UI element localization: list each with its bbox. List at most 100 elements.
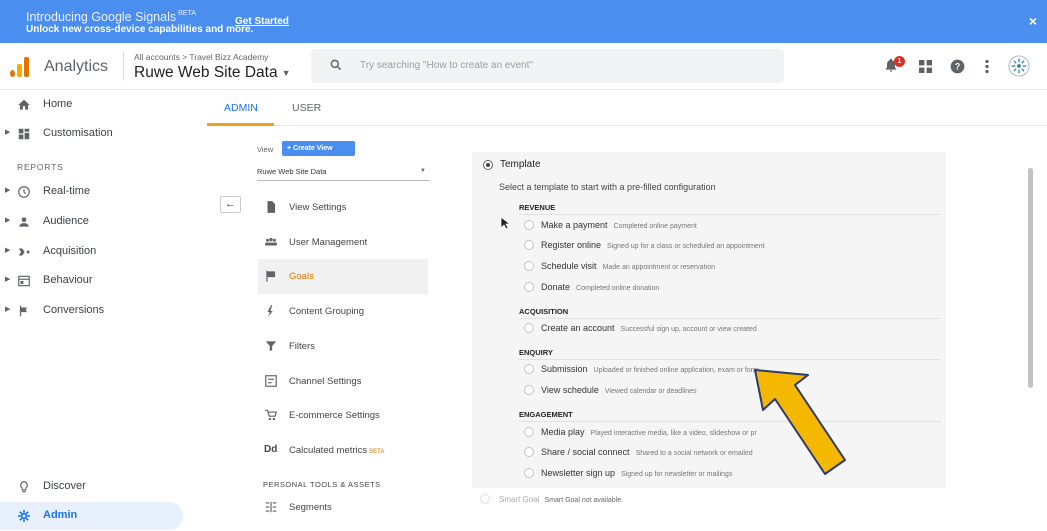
nav-conversions-label: Conversions: [43, 304, 105, 316]
property-name: Ruwe Web Site Data: [134, 64, 278, 81]
nav-audience-label: Audience: [43, 215, 89, 227]
nav-discover[interactable]: Discover: [0, 474, 200, 500]
nav-customisation-label: Customisation: [43, 127, 113, 139]
template-title: Template: [500, 159, 541, 170]
radio: [524, 282, 534, 292]
back-arrow-button[interactable]: ←: [220, 196, 241, 213]
tab-admin[interactable]: ADMIN: [224, 102, 258, 114]
tab-user[interactable]: USER: [292, 102, 321, 114]
signals-banner: Introducing Google Signals BETA Unlock ne…: [0, 0, 1047, 43]
app-root: Introducing Google Signals BETA Unlock ne…: [0, 0, 1047, 531]
nav-audience[interactable]: ▶ Audience: [0, 209, 200, 235]
nav-admin[interactable]: Admin: [0, 502, 183, 530]
option-name: Media play: [541, 427, 585, 437]
get-started-link[interactable]: Get Started: [235, 16, 289, 27]
menu-content-grouping-label: Content Grouping: [289, 306, 364, 317]
menu-channel-settings-label: Channel Settings: [289, 376, 362, 387]
person-walk-icon: [267, 305, 273, 317]
nav-realtime-label: Real-time: [43, 185, 91, 197]
view-selector[interactable]: Ruwe Web Site Data ▼: [257, 164, 430, 181]
menu-view-settings[interactable]: View Settings: [258, 190, 428, 225]
divider: [519, 318, 941, 319]
account-breadcrumb[interactable]: All accounts > Travel Bizz Academy: [134, 52, 268, 62]
search-placeholder: Try searching "How to create an event": [360, 60, 533, 71]
admin-user-tabs: ADMIN USER: [207, 90, 1047, 126]
nav-behaviour[interactable]: ▶ Behaviour: [0, 268, 200, 294]
behaviour-icon: [18, 275, 30, 287]
mouse-cursor-icon: [500, 216, 510, 230]
banner-title: Introducing Google Signals: [26, 10, 177, 24]
menu-content-grouping[interactable]: Content Grouping: [258, 294, 428, 329]
menu-goals[interactable]: Goals: [258, 259, 428, 294]
nav-customisation[interactable]: ▶ Customisation: [0, 121, 200, 147]
menu-segments[interactable]: Segments: [258, 490, 428, 525]
apps-grid-icon[interactable]: [919, 60, 932, 73]
nav-realtime[interactable]: ▶ Real-time: [0, 179, 200, 205]
option-name: Register online: [541, 240, 602, 250]
vertical-scrollbar[interactable]: [1028, 168, 1033, 388]
top-header: Analytics All accounts > Travel Bizz Aca…: [0, 43, 1047, 90]
radio: [524, 240, 534, 250]
expand-arrow-icon: ▶: [5, 276, 11, 283]
cart-icon: [265, 409, 278, 421]
banner-close-button[interactable]: ×: [1029, 13, 1037, 29]
template-radio[interactable]: [483, 160, 493, 170]
nav-discover-label: Discover: [43, 480, 86, 492]
menu-calculated-metrics[interactable]: Dd Calculated metrics BETA: [258, 433, 428, 468]
option-desc: Made an appointment or reservation: [602, 264, 715, 271]
option-desc: Signed up for a class or scheduled an ap…: [607, 243, 765, 250]
property-selector[interactable]: Ruwe Web Site Data ▼: [134, 64, 291, 82]
account-avatar-icon[interactable]: [1008, 55, 1030, 77]
option-name: Create an account: [541, 323, 615, 333]
menu-user-management[interactable]: User Management: [258, 225, 428, 260]
banner-title-line: Introducing Google Signals BETA: [26, 10, 196, 24]
option-name: Make a payment: [541, 220, 608, 230]
help-icon[interactable]: ?: [950, 59, 965, 74]
expand-arrow-icon: ▶: [5, 187, 11, 194]
svg-text:?: ?: [955, 62, 960, 72]
nav-acquisition[interactable]: ▶ Acquisition: [0, 239, 200, 265]
lightbulb-icon: [20, 481, 28, 493]
category-revenue: REVENUE: [519, 203, 556, 212]
annotation-arrow-icon: [754, 369, 846, 475]
create-view-button[interactable]: + Create View: [282, 141, 355, 156]
menu-goals-label: Goals: [289, 271, 314, 282]
view-column: View + Create View Ruwe Web Site Data ▼ ←…: [218, 126, 448, 531]
menu-channel-settings[interactable]: Channel Settings: [258, 364, 428, 399]
option-desc: Completed online payment: [613, 223, 697, 230]
option-name: Schedule visit: [541, 261, 597, 271]
smart-goal-desc: Smart Goal not available.: [544, 497, 624, 504]
clock-icon: [18, 186, 30, 198]
menu-ecommerce-settings[interactable]: E-commerce Settings: [258, 398, 428, 433]
more-vert-icon[interactable]: [984, 59, 990, 74]
reports-section-header: REPORTS: [17, 162, 64, 172]
option-desc: Signed up for newsletter or mailings: [621, 471, 733, 478]
acquisition-icon: [18, 248, 30, 256]
category-acquisition: ACQUISITION: [519, 307, 569, 316]
banner-subtitle: Unlock new cross-device capabilities and…: [26, 24, 254, 35]
divider: [519, 421, 941, 422]
app-name: Analytics: [44, 58, 109, 75]
dd-text-icon: Dd: [264, 444, 278, 455]
option-desc: Successful sign up, account or view crea…: [620, 326, 757, 333]
people-icon: [265, 237, 277, 246]
nav-admin-label: Admin: [43, 509, 78, 521]
chevron-down-icon: ▼: [281, 67, 291, 78]
radio: [524, 468, 534, 478]
nav-home-label: Home: [43, 98, 73, 110]
nav-home[interactable]: Home: [0, 92, 200, 118]
dropdown-arrow-icon: ▼: [420, 168, 426, 174]
divider: [519, 214, 941, 215]
notification-badge: 1: [894, 56, 905, 67]
radio: [480, 494, 490, 504]
nav-conversions[interactable]: ▶ Conversions: [0, 298, 200, 324]
category-engagement: ENGAGEMENT: [519, 410, 573, 419]
radio: [524, 323, 534, 333]
menu-filters[interactable]: Filters: [258, 329, 428, 364]
search-icon: [330, 59, 342, 71]
search-bar[interactable]: Try searching "How to create an event": [311, 49, 784, 83]
left-navigation: Home ▶ Customisation REPORTS ▶ Real-time…: [0, 90, 200, 531]
analytics-logo-icon: [10, 57, 30, 77]
expand-arrow-icon: ▶: [5, 129, 11, 136]
beta-badge: BETA: [369, 449, 385, 455]
